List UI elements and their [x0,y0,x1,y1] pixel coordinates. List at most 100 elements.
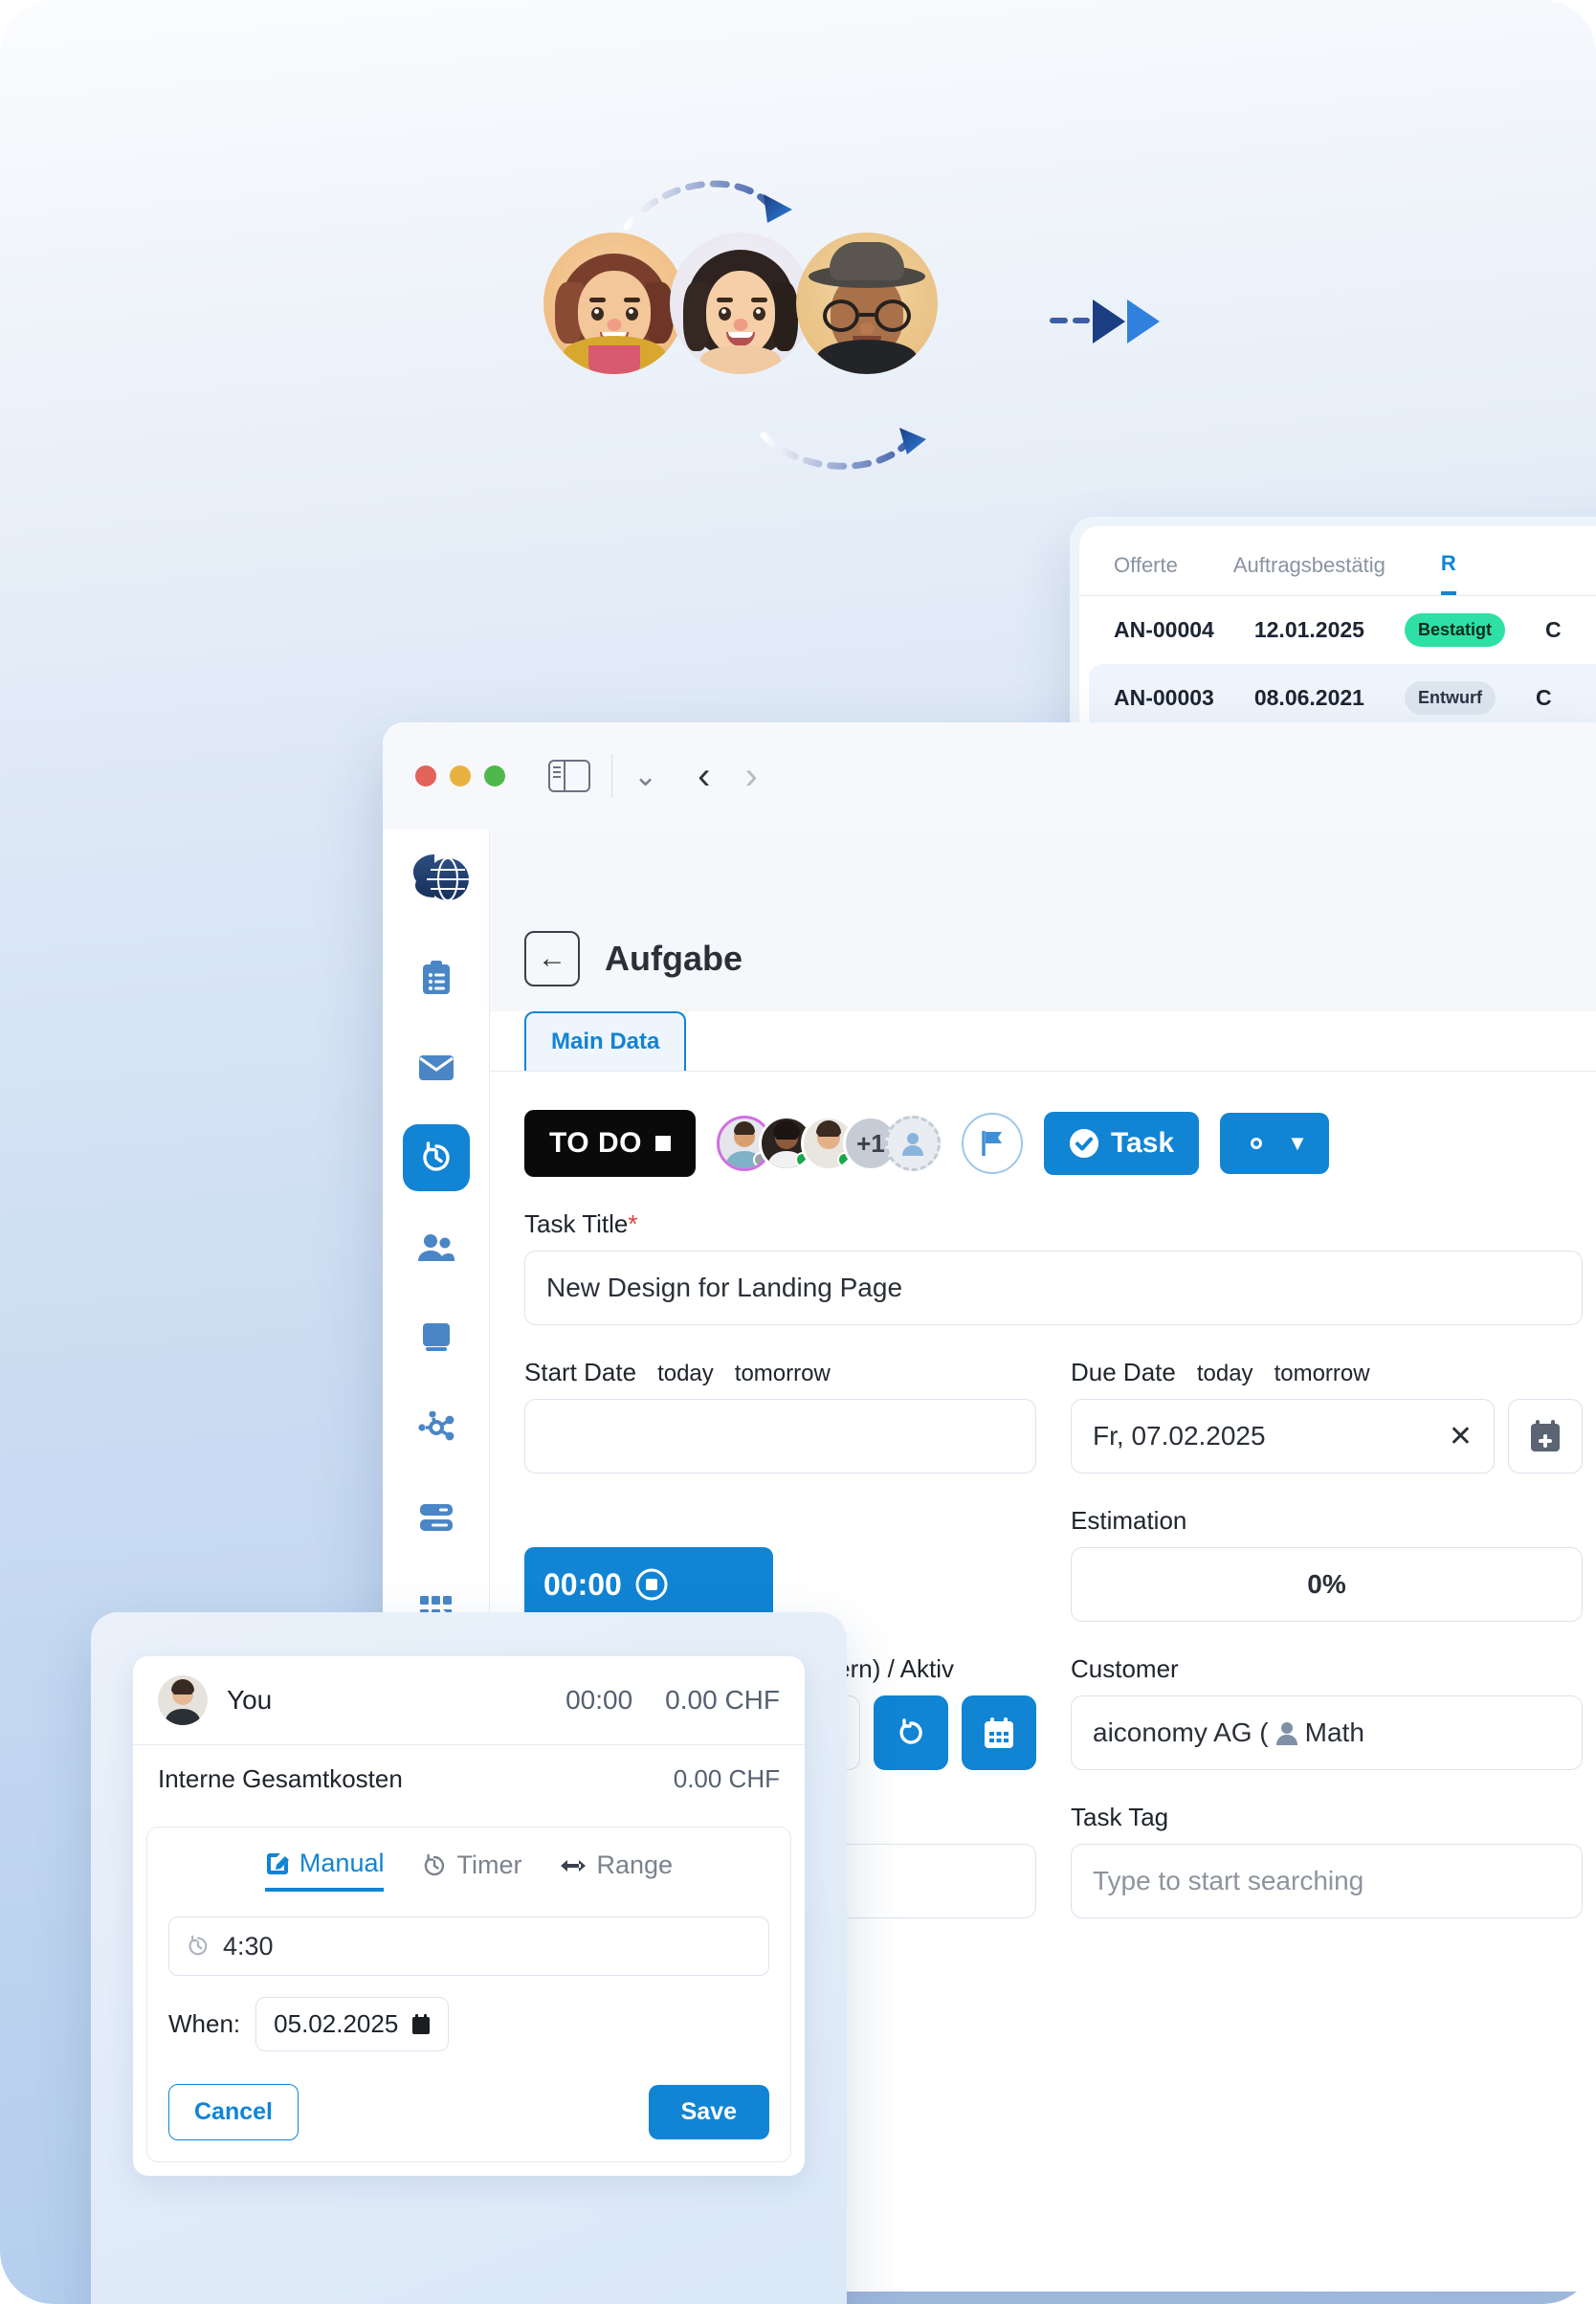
task-title-label: Task Title* [524,1209,1583,1239]
duration-value: 4:30 [223,1931,274,1961]
table-row[interactable]: AN-00004 12.01.2025 Bestatigt C [1079,596,1596,664]
tab-offerte[interactable]: Offerte [1114,553,1178,593]
when-row: When: 05.02.2025 [168,1997,769,2051]
start-date-group: Start Date today tomorrow [524,1358,1036,1473]
caret-down-icon: ▼ [1287,1131,1308,1155]
order-number: AN-00003 [1114,685,1214,710]
customer-input[interactable]: aiconomy AG ( Math [1071,1695,1583,1770]
sidebar-item-network[interactable] [403,1394,470,1461]
tab-auftragsbestaetigung[interactable]: Auftragsbestätig [1233,553,1385,593]
customer-value: aiconomy AG ( [1093,1717,1269,1747]
time-entry-cost: 0.00 CHF [665,1685,780,1715]
task-button[interactable]: Task [1043,1112,1200,1175]
start-date-input[interactable] [524,1399,1036,1473]
timer-group: . 00:00 [524,1506,1036,1622]
save-button[interactable]: Save [648,2085,769,2139]
task-tag-input[interactable]: Type to start searching [1071,1844,1583,1918]
task-button-label: Task [1110,1127,1175,1159]
mode-manual[interactable]: Manual [264,1849,385,1892]
timer-button[interactable]: 00:00 [524,1547,773,1622]
chevron-down-icon[interactable]: ⌄ [633,760,657,793]
timer-estimation-row: . 00:00 Estimation 0% [524,1506,1583,1622]
due-date-label: Due Date [1071,1358,1176,1386]
calendar-plus-icon[interactable] [1508,1399,1583,1473]
sidebar-item-book[interactable] [403,1304,470,1371]
mode-range[interactable]: Range [560,1849,673,1892]
time-entry-duration: 00:00 [565,1685,633,1715]
orders-tabs: Offerte Auftragsbestätig R [1079,526,1596,595]
internal-costs-value: 0.00 CHF [673,1764,780,1793]
time-entry-panel: You 00:00 0.00 CHF Interne Gesamtkosten … [91,1612,847,2304]
timer-value: 00:00 [543,1566,622,1602]
chevron-right-icon[interactable]: › [744,755,757,798]
hero-avatar-3 [796,233,938,374]
task-tag-label: Task Tag [1071,1803,1169,1831]
stopwatch-icon [188,1935,208,1956]
task-title-group: Task Title* New Design for Landing Page [524,1209,1583,1325]
cancel-button[interactable]: Cancel [168,2084,299,2140]
sidebar-toggle-icon[interactable] [548,760,590,792]
hero-avatar-2 [670,233,811,374]
avatar [158,1675,208,1725]
start-date-today[interactable]: today [657,1361,714,1387]
tab-main-data[interactable]: Main Data [524,1011,687,1071]
sidebar-item-timer[interactable] [402,1124,470,1191]
estimation-group: Estimation 0% [1071,1506,1583,1622]
order-date: 08.06.2021 [1253,685,1364,710]
hero-illustration [517,167,1167,502]
calendar-icon [412,2013,431,2034]
tab-rechnung[interactable]: R [1440,551,1456,595]
task-tabbar: Main Data [490,1011,1596,1072]
time-entry-card: You 00:00 0.00 CHF Interne Gesamtkosten … [133,1656,805,2176]
undo-icon[interactable] [874,1695,948,1770]
estimation-input[interactable]: 0% [1071,1547,1583,1622]
arrow-left-icon[interactable]: ← [524,931,580,986]
check-circle-icon [1069,1129,1098,1158]
status-button[interactable]: TO DO [524,1110,696,1177]
stop-record-icon [635,1568,668,1601]
app-topbar [490,830,1596,912]
due-date-today[interactable]: today [1197,1361,1253,1387]
when-date-input[interactable]: 05.02.2025 [255,1997,450,2051]
mode-timer[interactable]: Timer [422,1849,521,1892]
status-button-label: TO DO [549,1127,642,1159]
start-date-label: Start Date [524,1358,637,1386]
customer-value-tail: Math [1304,1717,1364,1747]
close-icon[interactable]: ✕ [1449,1420,1473,1453]
minimize-window-button[interactable] [450,765,471,786]
sidebar-item-mail[interactable] [403,1034,470,1101]
chevron-left-icon[interactable]: ‹ [698,755,710,798]
task-title-input[interactable]: New Design for Landing Page [524,1251,1583,1325]
task-tag-group: Task Tag Type to start searching [1071,1803,1583,1918]
assignee-avatars: +1 [716,1116,941,1171]
dates-row: Start Date today tomorrow Due Date today… [524,1358,1583,1473]
close-window-button[interactable] [415,765,436,786]
mode-manual-label: Manual [299,1849,385,1877]
due-date-group: Due Date today tomorrow Fr, 07.02.2025 ✕ [1071,1358,1583,1473]
start-date-tomorrow[interactable]: tomorrow [735,1361,831,1387]
sidebar-item-server[interactable] [403,1484,470,1551]
internal-costs-label: Interne Gesamtkosten [158,1764,403,1793]
sidebar-item-people[interactable] [403,1214,470,1281]
add-person-icon[interactable] [884,1116,941,1171]
flag-icon[interactable] [961,1113,1023,1174]
due-date-tomorrow[interactable]: tomorrow [1275,1361,1370,1387]
when-date-value: 05.02.2025 [274,2009,399,2038]
sidebar-item-clipboard[interactable] [403,944,470,1011]
zoom-window-button[interactable] [484,765,505,786]
time-entry-form: Manual Timer Range 4:30 When: 05.02.2025… [146,1827,791,2162]
due-date-value: Fr, 07.02.2025 [1093,1421,1266,1451]
left-right-arrow-icon [561,1859,587,1872]
internal-costs-row: Interne Gesamtkosten 0.00 CHF [133,1745,805,1813]
customer-group: Customer aiconomy AG ( Math [1071,1654,1583,1770]
stopwatch-icon [425,1853,445,1875]
due-date-input[interactable]: Fr, 07.02.2025 ✕ [1071,1399,1495,1473]
time-entry-actions: Cancel Save [168,2084,769,2140]
pencil-square-icon [266,1852,289,1874]
chrome-divider [611,754,612,798]
page-title: Aufgabe [605,939,743,978]
settings-button[interactable]: ▼ [1220,1113,1329,1174]
brain-globe-logo[interactable] [400,847,473,919]
duration-input[interactable]: 4:30 [168,1916,769,1976]
calendar-icon[interactable] [962,1695,1036,1770]
